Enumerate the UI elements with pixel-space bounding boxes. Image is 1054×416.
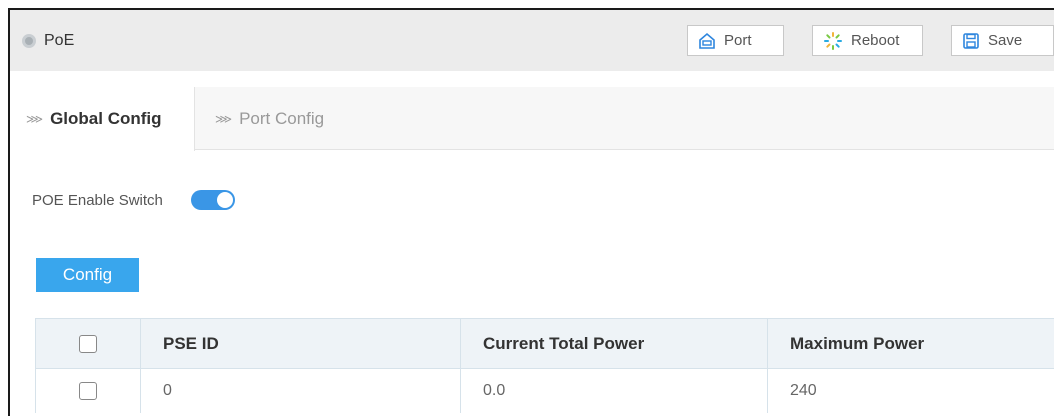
toggle-knob [216,192,233,208]
poe-enable-toggle[interactable] [190,190,235,210]
column-header-maximum-power[interactable]: Maximum Power [768,319,1054,368]
page-header: PoE Port Reboot Save [10,10,1054,71]
row-checkbox[interactable] [79,382,97,400]
save-icon [963,32,979,49]
config-button[interactable]: Config [36,258,139,292]
poe-enable-row: POE Enable Switch [32,188,235,212]
port-icon [699,32,715,49]
spinner-icon [824,31,842,50]
table-row: 0 0.0 240 [36,368,1054,413]
pse-table: PSE ID Current Total Power Maximum Power… [35,318,1054,413]
reboot-button[interactable]: Reboot [812,25,923,56]
page-frame: PoE Port Reboot Save ⋙ Global Config ⋙ P… [8,8,1054,416]
tab-global-config[interactable]: ⋙ Global Config [10,87,195,151]
chevron-right-icon: ⋙ [215,111,233,126]
status-dot-icon [22,33,36,48]
cell-pse-id: 0 [141,369,461,413]
chevron-right-icon: ⋙ [26,112,44,126]
column-header-current-total-power[interactable]: Current Total Power [461,319,768,368]
tab-port-config[interactable]: ⋙ Port Config [215,87,324,150]
table-header-row: PSE ID Current Total Power Maximum Power [36,319,1054,368]
tab-bar: ⋙ Global Config ⋙ Port Config [10,87,1054,151]
cell-maximum-power: 240 [790,382,817,399]
tab-global-config-label: Global Config [50,109,162,128]
poe-enable-label: POE Enable Switch [32,191,163,209]
header-checkbox-cell [36,319,141,368]
port-button[interactable]: Port [687,25,784,56]
column-header-pse-id[interactable]: PSE ID [141,319,461,368]
reboot-button-label: Reboot [851,32,900,49]
cell-current-total-power: 0.0 [461,369,768,413]
select-all-checkbox[interactable] [79,334,97,353]
tab-port-config-label: Port Config [239,108,325,128]
row-checkbox-cell [36,369,141,413]
save-button-label: Save [988,32,1023,49]
save-button[interactable]: Save [951,25,1054,56]
port-button-label: Port [724,32,752,49]
page-title: PoE [44,31,75,49]
